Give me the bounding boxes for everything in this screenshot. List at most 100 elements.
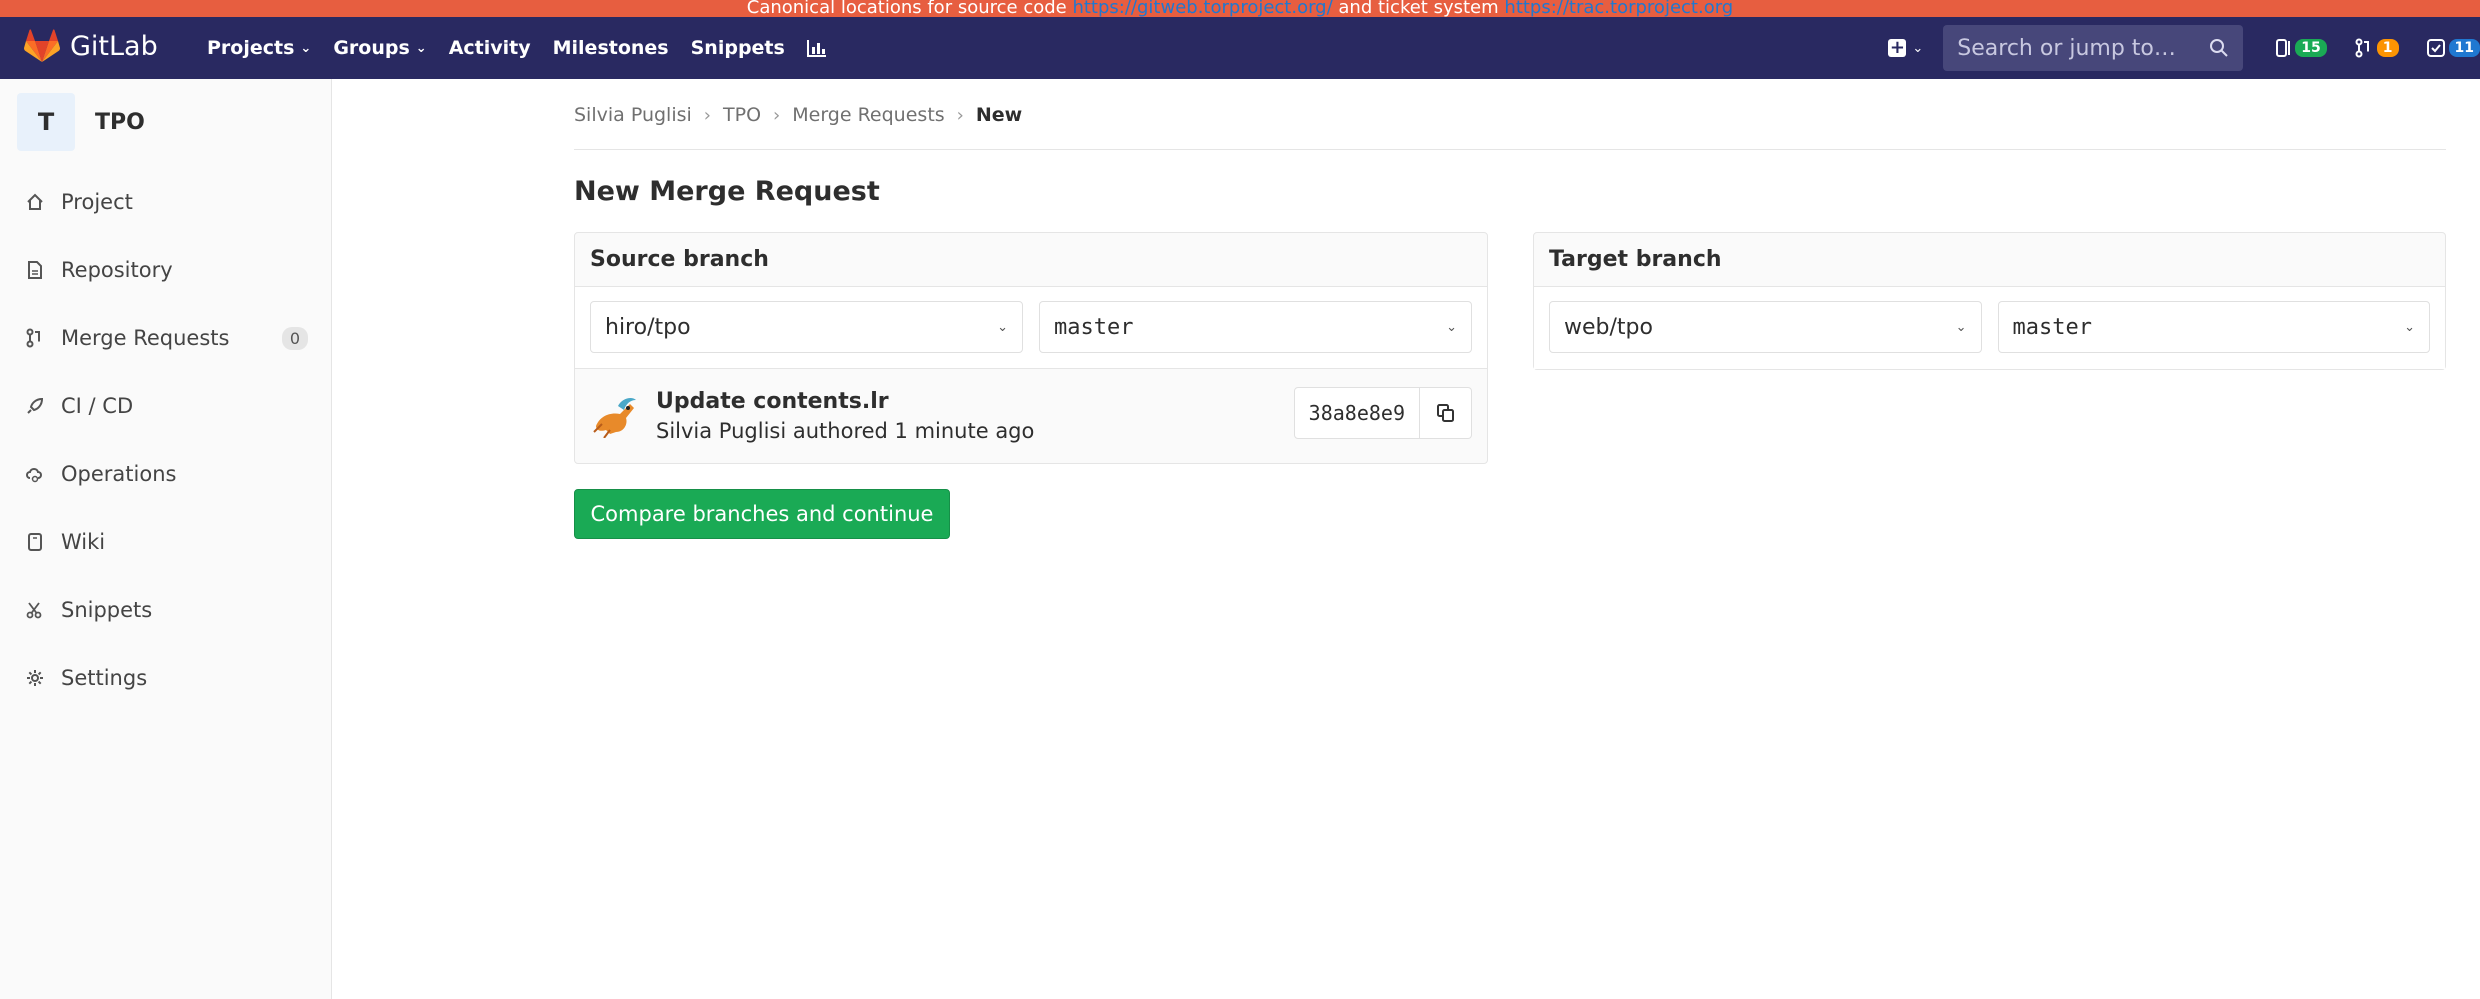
commit-sha-group: 38a8e8e9 (1293, 387, 1472, 439)
source-project-dropdown[interactable]: hiro/tpo ⌄ (590, 301, 1023, 353)
nav-milestones[interactable]: Milestones (542, 17, 680, 79)
source-branch-selectors: hiro/tpo ⌄ master ⌄ (575, 287, 1487, 369)
merge-request-icon (25, 328, 45, 348)
nav-snippets[interactable]: Snippets (680, 17, 796, 79)
target-branch-selectors: web/tpo ⌄ master ⌄ (1534, 287, 2445, 369)
sidebar-item-ci-cd[interactable]: CI / CD (0, 375, 332, 437)
breadcrumb-current[interactable]: New (976, 104, 1022, 126)
gitweb-link[interactable]: https://gitweb.torproject.org/ (1072, 0, 1332, 17)
commit-time: authored 1 minute ago (792, 419, 1035, 443)
compare-branches-button[interactable]: Compare branches and continue (574, 489, 950, 539)
source-branch-title: Source branch (575, 233, 1487, 287)
nav-chart[interactable] (796, 17, 838, 79)
todos-count-badge: 11 (2448, 39, 2480, 57)
project-avatar: T (17, 93, 75, 151)
todo-check-icon (2426, 39, 2445, 57)
breadcrumb-divider (574, 149, 2446, 150)
nav-milestones-label: Milestones (552, 37, 669, 59)
sidebar-item-settings[interactable]: Settings (0, 647, 332, 709)
cloud-gear-icon (25, 464, 45, 484)
gitlab-tanuki-icon (24, 29, 60, 62)
sidebar-item-snippets[interactable]: Snippets (0, 579, 332, 641)
banner-text-middle: and ticket system (1338, 0, 1499, 17)
doc-icon (25, 260, 45, 280)
chart-icon (806, 40, 826, 57)
banner-text-before: Canonical locations for source code (746, 0, 1067, 17)
last-commit: Update contents.lr Silvia Puglisi author… (575, 369, 1487, 463)
chevron-down-icon: ⌄ (997, 319, 1008, 335)
sidebar-item-label: Project (61, 190, 133, 214)
sidebar-item-repository[interactable]: Repository (0, 239, 332, 301)
breadcrumb: Silvia Puglisi › TPO › Merge Requests › … (574, 104, 1022, 126)
target-branch-title: Target branch (1534, 233, 2445, 287)
breadcrumb-project[interactable]: TPO (723, 104, 761, 126)
issues-icon (2276, 39, 2291, 57)
sidebar-item-label: Settings (61, 666, 148, 690)
sidebar-item-label: CI / CD (61, 394, 134, 418)
nav-links: Projects ⌄ Groups ⌄ Activity Milestones Sn… (196, 17, 838, 79)
search-input[interactable] (1957, 35, 2198, 61)
commit-author[interactable]: Silvia Puglisi (656, 419, 786, 443)
source-project-value: hiro/tpo (605, 314, 691, 340)
nav-projects-label: Projects (207, 37, 295, 59)
merge-requests-shortcut[interactable]: 1 (2341, 17, 2413, 79)
new-dropdown-button[interactable]: + ⌄ (1874, 17, 1937, 79)
merge-request-icon (2355, 38, 2369, 58)
sidebar-item-project[interactable]: Project (0, 171, 332, 233)
search-box[interactable] (1943, 25, 2244, 71)
gitlab-logo[interactable]: GitLab (24, 29, 158, 63)
book-icon (25, 532, 45, 552)
page-title: New Merge Request (574, 176, 880, 207)
home-icon (25, 192, 45, 212)
avatar (593, 398, 636, 438)
chevron-down-icon: ⌄ (1446, 319, 1457, 335)
search-icon (2210, 39, 2228, 57)
nav-groups-label: Groups (333, 37, 410, 59)
source-branch-value: master (1054, 314, 1134, 340)
sidebar-item-label: Merge Requests (61, 326, 230, 350)
chevron-down-icon: ⌄ (1912, 40, 1924, 56)
nav-right: + ⌄ 15 1 (1874, 17, 2480, 79)
copy-sha-button[interactable] (1420, 387, 1472, 439)
nav-snippets-label: Snippets (690, 37, 785, 59)
copy-icon (1436, 404, 1454, 422)
trac-link[interactable]: https://trac.torproject.org (1504, 0, 1733, 17)
source-branch-panel: Source branch hiro/tpo ⌄ master ⌄ Update… (574, 232, 1488, 464)
project-header[interactable]: T TPO (17, 93, 145, 151)
todos-shortcut[interactable]: 11 (2413, 17, 2480, 79)
commit-meta: Silvia Puglisi authored 1 minute ago (656, 419, 1034, 443)
target-project-dropdown[interactable]: web/tpo ⌄ (1549, 301, 1982, 353)
target-project-value: web/tpo (1564, 314, 1653, 340)
nav-activity[interactable]: Activity (438, 17, 542, 79)
nav-projects[interactable]: Projects ⌄ (196, 17, 322, 79)
breadcrumb-user[interactable]: Silvia Puglisi (574, 104, 692, 126)
sidebar-item-label: Snippets (61, 598, 153, 622)
top-navbar: GitLab Projects ⌄ Groups ⌄ Activity Milest… (0, 17, 2480, 79)
chevron-right-icon: › (703, 104, 711, 126)
project-name: TPO (95, 109, 145, 135)
commit-title[interactable]: Update contents.lr (656, 389, 1034, 414)
commit-info: Update contents.lr Silvia Puglisi author… (656, 389, 1034, 443)
sidebar-item-label: Repository (61, 258, 173, 282)
merge-requests-count-badge: 1 (2376, 39, 2399, 57)
project-sidebar: T TPO Project Repository Merge Requests … (0, 79, 332, 999)
sidebar-item-wiki[interactable]: Wiki (0, 511, 332, 573)
nav-groups[interactable]: Groups ⌄ (322, 17, 437, 79)
sidebar-item-merge-requests[interactable]: Merge Requests 0 (0, 307, 332, 369)
chevron-down-icon: ⌄ (300, 40, 312, 56)
target-branch-dropdown[interactable]: master ⌄ (1997, 301, 2430, 353)
sidebar-item-operations[interactable]: Operations (0, 443, 332, 505)
chevron-down-icon: ⌄ (2404, 319, 2415, 335)
breadcrumb-merge-requests[interactable]: Merge Requests (792, 104, 944, 126)
plus-icon: + (1888, 37, 1907, 58)
issues-count-badge: 15 (2295, 39, 2327, 57)
chevron-down-icon: ⌄ (415, 40, 427, 56)
issues-shortcut[interactable]: 15 (2261, 17, 2340, 79)
rocket-icon (25, 396, 45, 416)
gear-icon (25, 668, 45, 688)
sidebar-item-label: Operations (61, 462, 177, 486)
chevron-right-icon: › (773, 104, 781, 126)
source-branch-dropdown[interactable]: master ⌄ (1039, 301, 1472, 353)
target-branch-panel: Target branch web/tpo ⌄ master ⌄ (1533, 232, 2446, 370)
commit-sha[interactable]: 38a8e8e9 (1293, 387, 1420, 439)
